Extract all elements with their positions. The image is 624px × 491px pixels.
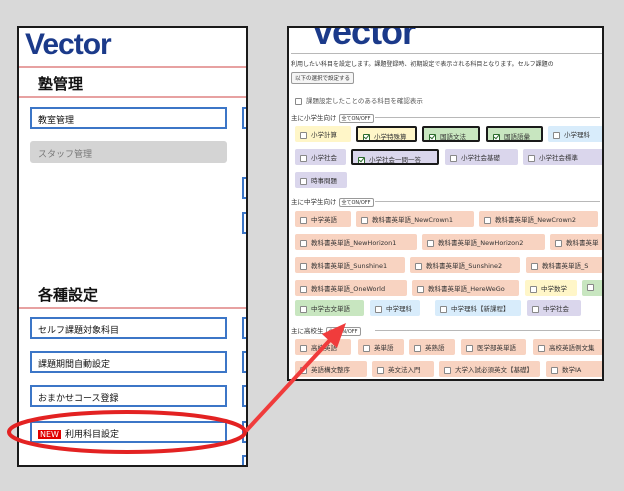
arrow-shaft bbox=[244, 338, 332, 433]
annotation-overlay bbox=[7, 323, 346, 454]
highlight-ellipse bbox=[7, 410, 247, 454]
